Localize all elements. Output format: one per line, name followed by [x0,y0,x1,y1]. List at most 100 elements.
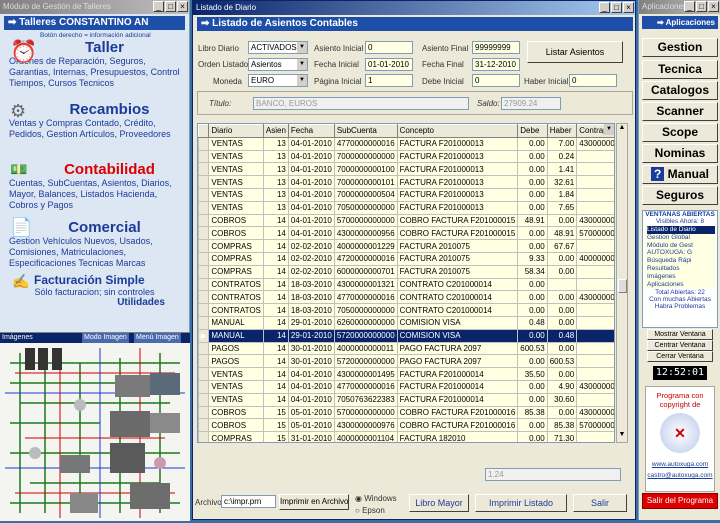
section-contabilidad[interactable]: 💵 Contabilidad Cuentas, SubCuentas, Asie… [0,161,189,219]
col-header-3[interactable]: SubCuenta [333,124,398,138]
table-cell[interactable]: 14 [262,303,289,317]
col-header-2[interactable]: Fecha [287,124,335,138]
salir-button[interactable]: Salir [573,494,627,512]
table-cell[interactable] [576,187,614,202]
app-tecnica-button[interactable]: Tecnica [642,60,718,79]
comercial-heading[interactable]: Comercial [20,219,189,236]
table-cell[interactable]: 48.91 [517,213,548,228]
table-cell[interactable]: CONTRATO C201000014 [396,277,519,292]
table-cell[interactable]: 04-01-2010 [287,175,335,189]
table-row[interactable]: CONTRATOS 14 18-03-2010 4770000000016 CONTRA… [198,290,614,305]
table-cell[interactable]: COBROS [208,405,264,420]
table-cell[interactable]: FACTURA F201000013 [396,187,519,202]
table-cell[interactable]: 0.00 [546,315,578,330]
table-row[interactable]: VENTAS 13 04-01-2010 4770000000016 FACTURA F… [198,136,614,151]
table-cell[interactable]: 48.91 [546,226,578,241]
table-cell[interactable]: 4300000001321 [333,277,398,292]
table-cell[interactable]: 29-01-2010 [287,315,335,330]
table-cell[interactable]: 0.00 [517,303,548,317]
table-cell[interactable]: 0.00 [517,379,548,394]
table-cell[interactable]: 0.48 [546,328,578,343]
table-cell[interactable]: 0.00 [546,213,578,228]
table-cell[interactable]: COBRO FACTURA F201000015 [396,213,519,228]
table-cell[interactable]: 13 [262,175,289,189]
table-cell[interactable]: CONTRATOS [208,290,264,305]
table-cell[interactable]: 5700000000000 [333,405,398,420]
table-cell[interactable] [576,392,614,407]
scroll-thumb[interactable] [618,279,627,293]
table-cell[interactable] [576,367,614,381]
table-cell[interactable]: 15 [262,418,289,433]
table-cell[interactable]: 5720000000000 [333,328,398,343]
va-list-item[interactable]: Imágenes [647,273,715,281]
va-list-item[interactable]: Aplicaciones [647,281,715,289]
table-cell[interactable]: VENTAS [208,149,264,164]
close-icon[interactable]: × [623,2,634,13]
table-cell[interactable]: 04-01-2010 [287,379,335,394]
table-row[interactable]: CONTRATOS 14 18-03-2010 4300000001321 CONTRA… [198,277,614,292]
app-scope-button[interactable]: Scope [642,123,718,142]
table-row[interactable]: ▶ MANUAL 14 29-01-2010 5720000000000 COMISION… [198,328,614,343]
table-cell[interactable]: FACTURA F201000013 [396,200,519,215]
app-nominas-button[interactable]: Nominas [642,144,718,163]
row-selector[interactable] [198,200,210,215]
table-cell[interactable]: 0.00 [517,162,548,177]
table-cell[interactable]: 30.60 [546,392,578,407]
table-cell[interactable]: 0.00 [517,187,548,202]
table-cell[interactable]: CONTRATOS [208,303,264,317]
row-selector[interactable] [198,303,210,317]
taller-heading[interactable]: Taller [20,39,189,56]
table-cell[interactable]: 04-01-2010 [287,226,335,241]
table-row[interactable]: VENTAS 13 04-01-2010 7000000000504 FACTURA F… [198,187,614,202]
orden-select[interactable]: Asientos [248,58,308,71]
maximize-icon[interactable]: □ [611,2,622,13]
table-cell[interactable]: COMPRAS [208,251,264,266]
table-cell[interactable]: FACTURA F201000014 [396,367,519,381]
table-row[interactable]: VENTAS 14 04-01-2010 4770000000016 FACTURA F… [198,379,614,394]
table-row[interactable]: VENTAS 13 04-01-2010 7000000000101 FACTURA F… [198,175,614,189]
table-cell[interactable]: 04-01-2010 [287,367,335,381]
table-cell[interactable]: COBRO FACTURA F201000016 [396,418,519,433]
table-cell[interactable]: COBRO FACTURA F201000016 [396,405,519,420]
table-cell[interactable]: 5700000000000 [333,213,398,228]
asiento-inicial-input[interactable]: 0 [365,41,413,54]
row-selector[interactable] [198,277,210,292]
salir-programa-button[interactable]: Salir del Programa [642,493,718,509]
table-cell[interactable]: 0.00 [546,290,578,305]
table-cell[interactable]: 4770000000016 [333,379,398,394]
table-cell[interactable]: 14 [262,379,289,394]
table-cell[interactable]: COMPRAS [208,431,264,442]
table-row[interactable]: COBROS 15 05-01-2010 4300000000976 COBRO FAC… [198,418,614,433]
table-row[interactable]: COBROS 14 04-01-2010 4300000000956 COBRO FAC… [198,226,614,241]
row-selector[interactable] [198,136,210,151]
table-cell[interactable]: COBROS [208,226,264,241]
table-cell[interactable]: 14 [262,251,289,266]
table-cell[interactable]: 18-03-2010 [287,290,335,305]
table-cell[interactable]: PAGO FACTURA 2097 [396,341,519,356]
col-header-4[interactable]: Concepto [396,124,519,138]
table-cell[interactable]: 14 [262,239,289,253]
row-selector[interactable] [198,379,210,394]
table-cell[interactable]: 0.00 [517,175,548,189]
table-cell[interactable]: 4000000001104 [333,431,398,442]
section-comercial[interactable]: 📄 Comercial Gestion Vehículos Nuevos, Us… [0,217,189,273]
table-cell[interactable]: 4770000000016 [333,290,398,305]
moneda-select[interactable]: EURO [248,74,308,87]
table-cell[interactable]: 13 [262,200,289,215]
table-cell[interactable]: 02-02-2010 [287,264,335,279]
table-cell[interactable]: FACTURA 182010 [396,431,519,442]
mostrar-ventana-button[interactable]: Mostrar Ventana [647,329,713,340]
col-header-0[interactable]: Diario [208,124,264,138]
table-cell[interactable]: 05-01-2010 [287,418,335,433]
archivo-input[interactable]: c:\impr.prn [221,495,276,508]
table-cell[interactable]: 14 [262,290,289,305]
grid-vertical-scrollbar[interactable]: ▲ ▼ [616,123,628,443]
table-cell[interactable]: 0.00 [517,226,548,241]
table-cell[interactable]: 04-01-2010 [287,149,335,164]
table-cell[interactable]: 18-03-2010 [287,277,335,292]
table-cell[interactable]: VENTAS [208,175,264,189]
recambios-heading[interactable]: Recambios [30,101,189,118]
table-cell[interactable]: CONTRATO C201000014 [396,290,519,305]
mail-link[interactable]: castro@autoxuga.com [646,472,714,479]
va-list-item[interactable]: AUTOXUGA: G [647,249,715,257]
